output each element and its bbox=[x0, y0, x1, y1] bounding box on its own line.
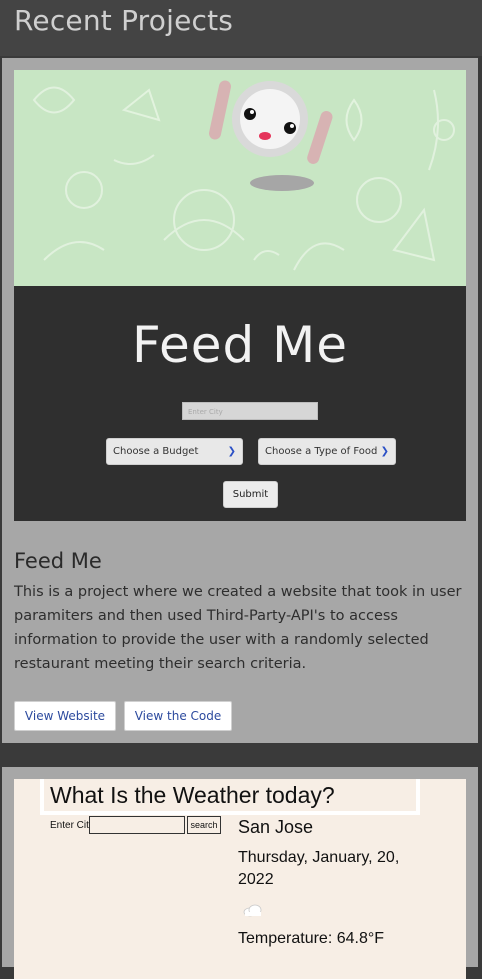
city-input-preview: Enter City bbox=[182, 402, 318, 420]
project-screenshot: What Is the Weather today? Enter City se… bbox=[14, 779, 466, 979]
weather-app-title: What Is the Weather today? bbox=[50, 782, 335, 808]
cloud-icon bbox=[243, 904, 262, 917]
project-card-weather: What Is the Weather today? Enter City se… bbox=[2, 767, 478, 979]
city-input-preview bbox=[89, 816, 185, 834]
food-pattern-banner bbox=[14, 70, 466, 286]
forecast-date: Thursday, January, 20, 2022 bbox=[238, 849, 400, 888]
submit-button-preview: Submit bbox=[223, 481, 278, 508]
budget-select-label: Choose a Budget bbox=[113, 446, 199, 457]
chevron-down-icon: ❯ bbox=[377, 439, 389, 464]
search-button-preview: search bbox=[187, 816, 221, 834]
city-name: San Jose bbox=[238, 817, 314, 837]
food-type-select-preview: Choose a Type of Food ❯ bbox=[258, 438, 396, 465]
project-description: This is a project where we created a web… bbox=[14, 584, 462, 672]
app-title: Feed Me bbox=[131, 316, 349, 374]
project-screenshot: Feed Me Enter City Choose a Budget ❯ Cho… bbox=[14, 70, 466, 521]
temperature-reading: Temperature: 64.8°F bbox=[238, 930, 385, 947]
food-type-select-label: Choose a Type of Food bbox=[265, 446, 378, 457]
view-website-button[interactable]: View Website bbox=[14, 701, 116, 731]
food-pattern-illustration bbox=[32, 80, 455, 271]
project-card-feed-me: Feed Me Enter City Choose a Budget ❯ Cho… bbox=[2, 58, 478, 743]
page-title: Recent Projects bbox=[14, 4, 234, 37]
view-code-button[interactable]: View the Code bbox=[124, 701, 232, 731]
chevron-down-icon: ❯ bbox=[227, 446, 236, 457]
budget-select-preview: Choose a Budget ❯ bbox=[106, 438, 243, 465]
project-title: Feed Me bbox=[14, 549, 102, 573]
page-header: Recent Projects bbox=[0, 0, 482, 56]
city-label: Enter City bbox=[50, 820, 94, 831]
